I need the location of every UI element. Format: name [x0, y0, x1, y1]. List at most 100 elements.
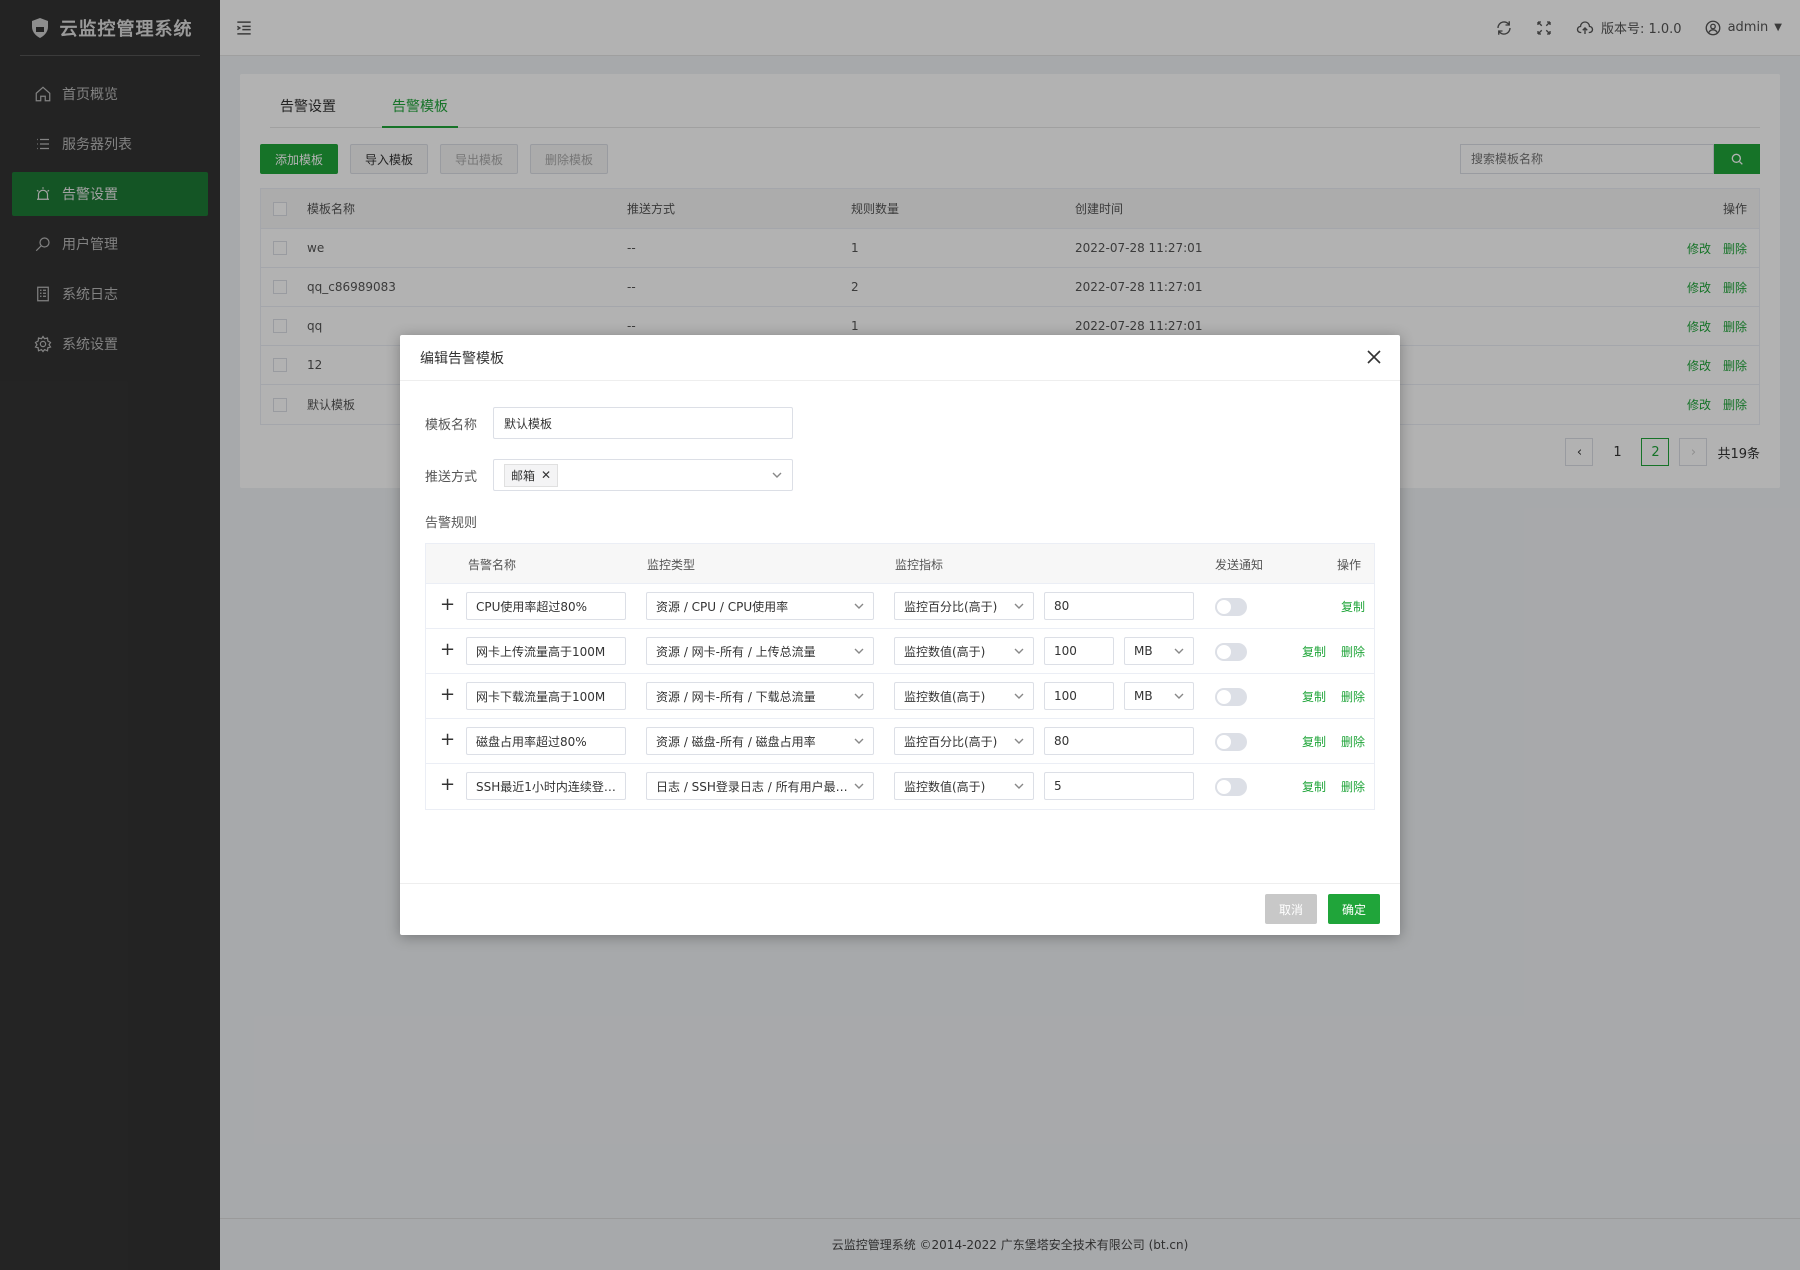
rule-row: + 磁盘占用率超过80% 资源 / 磁盘-所有 / 磁盘占用率 监控百分比(高于… — [426, 719, 1374, 764]
rule-type-select[interactable]: 资源 / 网卡-所有 / 下载总流量 — [646, 682, 874, 710]
chevron-down-icon — [1014, 783, 1024, 789]
rule-type-select[interactable]: 资源 / CPU / CPU使用率 — [646, 592, 874, 620]
template-name-input[interactable]: 默认模板 — [493, 407, 793, 439]
expand-plus-icon[interactable]: + — [440, 641, 455, 659]
modal-header: 编辑告警模板 — [400, 335, 1400, 381]
confirm-button[interactable]: 确定 — [1327, 894, 1380, 924]
rule-col-metric: 监控指标 — [895, 558, 944, 572]
rule-unit-select[interactable]: MB — [1124, 637, 1194, 665]
chevron-down-icon — [1014, 738, 1024, 744]
copy-link[interactable]: 复制 — [1341, 598, 1365, 615]
rule-type-select[interactable]: 资源 / 网卡-所有 / 上传总流量 — [646, 637, 874, 665]
chevron-down-icon — [1174, 648, 1184, 654]
copy-link[interactable]: 复制 — [1302, 778, 1326, 795]
notify-toggle[interactable] — [1215, 688, 1247, 706]
modal-footer: 取消 确定 — [400, 883, 1400, 935]
rule-value-text: 100 — [1054, 644, 1077, 658]
copy-link[interactable]: 复制 — [1302, 688, 1326, 705]
chevron-down-icon — [854, 603, 864, 609]
notify-toggle[interactable] — [1215, 643, 1247, 661]
rule-value-text: 5 — [1054, 779, 1062, 793]
delete-link[interactable]: 删除 — [1341, 733, 1365, 750]
expand-plus-icon[interactable]: + — [440, 731, 455, 749]
rule-type-select[interactable]: 资源 / 磁盘-所有 / 磁盘占用率 — [646, 727, 874, 755]
chevron-down-icon — [854, 783, 864, 789]
rule-col-op: 操作 — [1337, 558, 1362, 572]
rule-metric-select[interactable]: 监控数值(高于) — [894, 682, 1034, 710]
rule-name-text: 磁盘占用率超过80% — [476, 734, 587, 749]
rule-col-type: 监控类型 — [647, 558, 696, 572]
rule-value-input[interactable]: 100 — [1044, 637, 1114, 665]
rule-name-input[interactable]: 磁盘占用率超过80% — [466, 727, 626, 755]
rule-metric-select[interactable]: 监控百分比(高于) — [894, 727, 1034, 755]
rule-name-text: 网卡上传流量高于100M — [476, 644, 606, 659]
rule-metric-text: 监控数值(高于) — [904, 779, 986, 794]
chevron-down-icon — [1014, 648, 1024, 654]
rule-unit-text: MB — [1134, 689, 1153, 703]
rule-type-text: 资源 / CPU / CPU使用率 — [656, 599, 789, 614]
rule-name-text: SSH最近1小时内连续登录失败 — [476, 779, 616, 794]
rule-row: + SSH最近1小时内连续登录失败 日志 / SSH登录日志 / 所有用户最近登… — [426, 764, 1374, 809]
rule-unit-select[interactable]: MB — [1124, 682, 1194, 710]
copy-link[interactable]: 复制 — [1302, 643, 1326, 660]
rule-name-input[interactable]: 网卡下载流量高于100M — [466, 682, 626, 710]
chevron-down-icon — [1174, 693, 1184, 699]
rule-value-text: 80 — [1054, 734, 1070, 748]
rule-row: + 网卡上传流量高于100M 资源 / 网卡-所有 / 上传总流量 监控数值(高… — [426, 629, 1374, 674]
rule-metric-select[interactable]: 监控数值(高于) — [894, 772, 1034, 800]
delete-link[interactable]: 删除 — [1341, 688, 1365, 705]
modal-title: 编辑告警模板 — [420, 350, 504, 367]
template-name-label: 模板名称 — [425, 417, 478, 433]
rule-type-text: 资源 / 网卡-所有 / 上传总流量 — [656, 644, 816, 659]
rule-col-notify: 发送通知 — [1215, 558, 1264, 572]
cancel-button[interactable]: 取消 — [1264, 894, 1317, 924]
push-method-select[interactable]: 邮箱 ✕ — [493, 459, 793, 491]
rule-value-input[interactable]: 80 — [1044, 727, 1194, 755]
rule-name-text: CPU使用率超过80% — [476, 599, 588, 614]
rule-value-text: 100 — [1054, 689, 1077, 703]
chevron-down-icon — [854, 738, 864, 744]
push-method-tag: 邮箱 ✕ — [504, 463, 559, 487]
rule-type-select[interactable]: 日志 / SSH登录日志 / 所有用户最近登录失败 — [646, 772, 874, 800]
edit-template-modal: 编辑告警模板 模板名称 默认模板 推送方式 邮箱 ✕ 告警规则 告警名称 监控类… — [400, 335, 1400, 935]
rule-metric-text: 监控百分比(高于) — [904, 599, 998, 614]
notify-toggle[interactable] — [1215, 733, 1247, 751]
expand-plus-icon[interactable]: + — [440, 686, 455, 704]
rules-header: 告警名称 监控类型 监控指标 发送通知 操作 — [426, 544, 1374, 584]
rule-value-input[interactable]: 80 — [1044, 592, 1194, 620]
rule-col-name: 告警名称 — [468, 558, 517, 572]
rule-value-input[interactable]: 100 — [1044, 682, 1114, 710]
rules-label: 告警规则 — [425, 516, 478, 531]
rule-metric-select[interactable]: 监控百分比(高于) — [894, 592, 1034, 620]
close-icon[interactable] — [1366, 349, 1382, 365]
expand-plus-icon[interactable]: + — [440, 596, 455, 614]
chevron-down-icon — [854, 648, 864, 654]
rule-unit-text: MB — [1134, 644, 1153, 658]
template-name-row: 模板名称 默认模板 — [425, 407, 793, 439]
push-tag-label: 邮箱 — [511, 468, 536, 483]
rule-type-text: 资源 / 网卡-所有 / 下载总流量 — [656, 689, 816, 704]
rule-name-text: 网卡下载流量高于100M — [476, 689, 606, 704]
chevron-down-icon — [1014, 693, 1024, 699]
push-method-label: 推送方式 — [425, 469, 478, 485]
delete-link[interactable]: 删除 — [1341, 643, 1365, 660]
chevron-down-icon — [772, 472, 782, 478]
rule-row: + 网卡下载流量高于100M 资源 / 网卡-所有 / 下载总流量 监控数值(高… — [426, 674, 1374, 719]
rule-type-text: 日志 / SSH登录日志 / 所有用户最近登录失败 — [656, 779, 854, 794]
rule-metric-select[interactable]: 监控数值(高于) — [894, 637, 1034, 665]
delete-link[interactable]: 删除 — [1341, 778, 1365, 795]
expand-plus-icon[interactable]: + — [440, 776, 455, 794]
rule-value-text: 80 — [1054, 599, 1070, 613]
rule-type-text: 资源 / 磁盘-所有 / 磁盘占用率 — [656, 734, 816, 749]
rule-metric-text: 监控数值(高于) — [904, 644, 986, 659]
notify-toggle[interactable] — [1215, 778, 1247, 796]
tag-close-icon[interactable]: ✕ — [541, 468, 551, 482]
copy-link[interactable]: 复制 — [1302, 733, 1326, 750]
rule-value-input[interactable]: 5 — [1044, 772, 1194, 800]
rule-metric-text: 监控百分比(高于) — [904, 734, 998, 749]
notify-toggle[interactable] — [1215, 598, 1247, 616]
rule-name-input[interactable]: 网卡上传流量高于100M — [466, 637, 626, 665]
rule-name-input[interactable]: SSH最近1小时内连续登录失败 — [466, 772, 626, 800]
rule-name-input[interactable]: CPU使用率超过80% — [466, 592, 626, 620]
rule-metric-text: 监控数值(高于) — [904, 689, 986, 704]
